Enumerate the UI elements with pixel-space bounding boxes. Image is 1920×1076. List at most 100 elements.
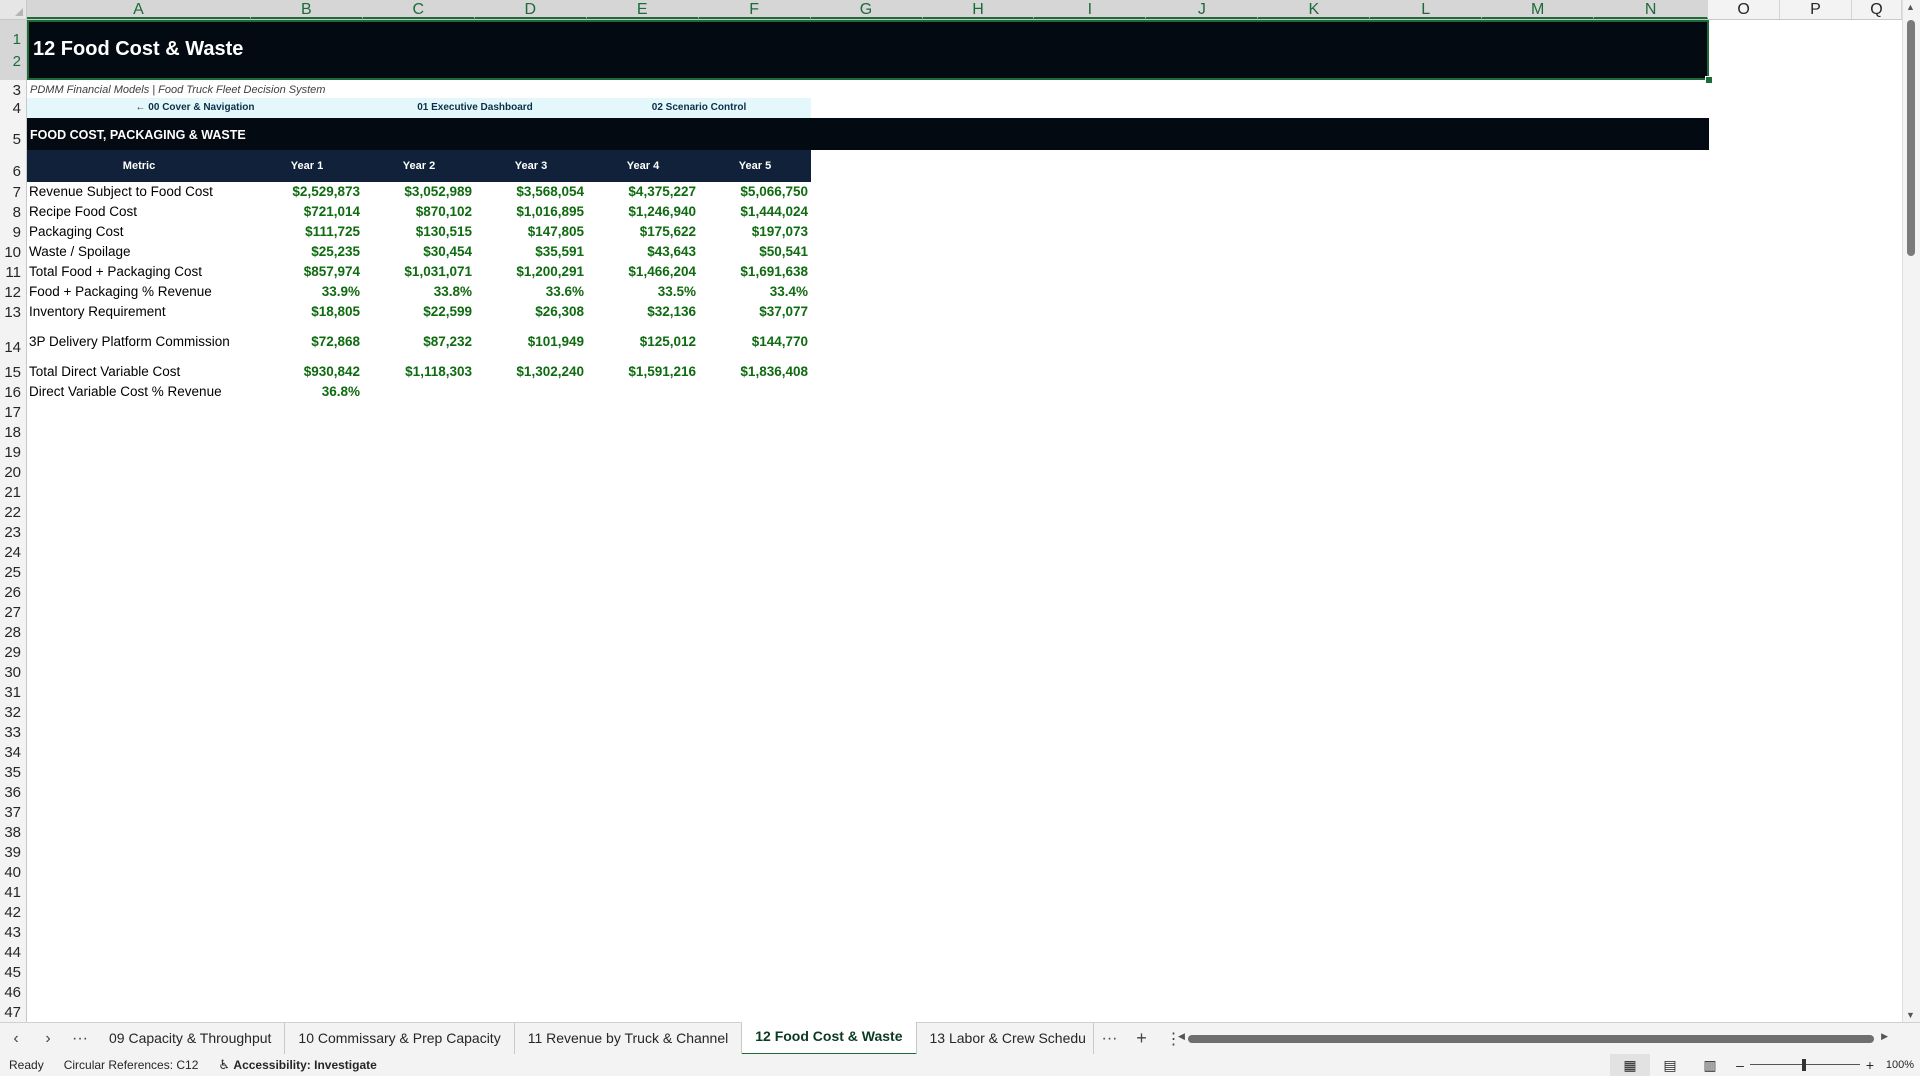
row-header[interactable]: 33 [0, 722, 26, 742]
row-header[interactable]: 8 [0, 202, 26, 222]
sheet-tab-09[interactable]: 09 Capacity & Throughput [96, 1023, 286, 1054]
row-header[interactable]: 5 [0, 118, 26, 150]
row-value[interactable]: $43,643 [587, 242, 699, 262]
row-header[interactable]: 43 [0, 922, 26, 942]
row-value[interactable]: $32,136 [587, 302, 699, 322]
row-value[interactable]: $1,836,408 [699, 362, 811, 382]
column-header-n[interactable]: N [1594, 0, 1709, 19]
row-header[interactable]: 9 [0, 222, 26, 242]
row-value[interactable]: $87,232 [363, 332, 475, 352]
nav-link-cover[interactable]: ← 00 Cover & Navigation [27, 98, 363, 118]
row-header[interactable]: 20 [0, 462, 26, 482]
row-value[interactable]: $1,691,638 [699, 262, 811, 282]
status-circular-references[interactable]: Circular References: C12 [64, 1054, 199, 1076]
worksheet-grid[interactable]: 12 Food Cost & Waste PDMM Financial Mode… [27, 20, 1902, 1022]
nav-link-executive-dashboard[interactable]: 01 Executive Dashboard [363, 98, 587, 118]
page-layout-view-icon[interactable]: ▤ [1650, 1054, 1690, 1076]
nav-link-scenario-control[interactable]: 02 Scenario Control [587, 98, 811, 118]
zoom-in-icon[interactable]: + [1860, 1054, 1880, 1076]
row-header[interactable]: 11 [0, 262, 26, 282]
column-header-j[interactable]: J [1146, 0, 1259, 19]
row-value[interactable]: $144,770 [699, 332, 811, 352]
tab-overflow-right[interactable]: ··· [1094, 1030, 1126, 1048]
column-header-e[interactable]: E [586, 0, 699, 19]
sheet-title[interactable]: 12 Food Cost & Waste [27, 20, 1709, 80]
vertical-scrollbar[interactable]: ▲ ▼ [1902, 0, 1920, 1022]
row-header[interactable]: 18 [0, 422, 26, 442]
column-header-h[interactable]: H [922, 0, 1035, 19]
row-value[interactable]: $111,725 [251, 222, 363, 242]
scroll-up-icon[interactable]: ▲ [1906, 2, 1915, 12]
scroll-left-icon[interactable]: ◀ [1178, 1031, 1185, 1042]
sheet-tab-10[interactable]: 10 Commissary & Prep Capacity [285, 1023, 515, 1054]
column-header-d[interactable]: D [474, 0, 587, 19]
row-header[interactable]: 47 [0, 1002, 26, 1022]
row-value[interactable]: $2,529,873 [251, 182, 363, 202]
row-value[interactable]: $930,842 [251, 362, 363, 382]
row-value[interactable]: 36.8% [251, 382, 363, 402]
row-value[interactable]: $50,541 [699, 242, 811, 262]
row-metric[interactable]: Inventory Requirement [29, 302, 251, 322]
row-value[interactable]: 33.5% [587, 282, 699, 302]
row-header[interactable]: 4 [0, 98, 26, 118]
scroll-right-icon[interactable]: ▶ [1881, 1031, 1888, 1042]
row-header[interactable]: 24 [0, 542, 26, 562]
tab-prev-icon[interactable]: ‹ [0, 1030, 32, 1048]
row-header[interactable]: 6 [0, 150, 26, 182]
row-metric[interactable]: Direct Variable Cost % Revenue [29, 382, 251, 402]
row-header[interactable]: 22 [0, 502, 26, 522]
row-header[interactable]: 29 [0, 642, 26, 662]
row-header[interactable]: 37 [0, 802, 26, 822]
row-header[interactable]: 17 [0, 402, 26, 422]
row-value[interactable]: $1,200,291 [475, 262, 587, 282]
add-sheet-button[interactable]: + [1126, 1028, 1158, 1049]
row-value[interactable]: $37,077 [699, 302, 811, 322]
zoom-level[interactable]: 100% [1880, 1054, 1920, 1076]
row-header[interactable]: 23 [0, 522, 26, 542]
vertical-scroll-thumb[interactable] [1907, 20, 1915, 256]
row-header[interactable]: 16 [0, 382, 26, 402]
row-metric[interactable]: 3P Delivery Platform Commission [29, 332, 251, 352]
row-value[interactable]: $3,568,054 [475, 182, 587, 202]
row-header[interactable]: 10 [0, 242, 26, 262]
row-value[interactable]: $721,014 [251, 202, 363, 222]
row-value[interactable]: $30,454 [363, 242, 475, 262]
select-all-corner[interactable] [0, 0, 27, 20]
row-value[interactable]: $175,622 [587, 222, 699, 242]
horizontal-scroll-thumb[interactable] [1188, 1035, 1874, 1043]
row-header[interactable]: 44 [0, 942, 26, 962]
row-header[interactable]: 30 [0, 662, 26, 682]
row-value[interactable]: $1,016,895 [475, 202, 587, 222]
sheet-tab-12[interactable]: 12 Food Cost & Waste [742, 1021, 917, 1056]
row-header[interactable]: 1 [0, 20, 26, 50]
row-value[interactable]: $26,308 [475, 302, 587, 322]
row-header[interactable]: 14 [0, 322, 26, 362]
row-header[interactable]: 32 [0, 702, 26, 722]
row-header[interactable]: 35 [0, 762, 26, 782]
row-header[interactable]: 42 [0, 902, 26, 922]
horizontal-scrollbar[interactable]: ◀ ▶ [1178, 1031, 1888, 1044]
row-value[interactable]: $147,805 [475, 222, 587, 242]
zoom-out-icon[interactable]: – [1730, 1054, 1750, 1076]
row-header[interactable]: 45 [0, 962, 26, 982]
row-value[interactable]: $1,591,216 [587, 362, 699, 382]
row-header[interactable]: 27 [0, 602, 26, 622]
row-value[interactable]: $25,235 [251, 242, 363, 262]
row-header[interactable]: 13 [0, 302, 26, 322]
column-header-f[interactable]: F [698, 0, 811, 19]
row-header[interactable]: 41 [0, 882, 26, 902]
column-header-b[interactable]: B [250, 0, 363, 19]
row-header[interactable]: 31 [0, 682, 26, 702]
row-value[interactable]: $1,466,204 [587, 262, 699, 282]
row-value[interactable]: $35,591 [475, 242, 587, 262]
row-header[interactable]: 36 [0, 782, 26, 802]
row-value[interactable]: $1,246,940 [587, 202, 699, 222]
column-header-q[interactable]: Q [1852, 0, 1902, 19]
zoom-slider[interactable] [1750, 1054, 1860, 1076]
column-header-a[interactable]: A [27, 0, 251, 19]
fill-handle[interactable] [1705, 76, 1713, 84]
tab-next-icon[interactable]: › [32, 1030, 64, 1048]
row-metric[interactable]: Recipe Food Cost [29, 202, 251, 222]
row-header[interactable]: 3 [0, 80, 26, 99]
row-value[interactable]: $3,052,989 [363, 182, 475, 202]
